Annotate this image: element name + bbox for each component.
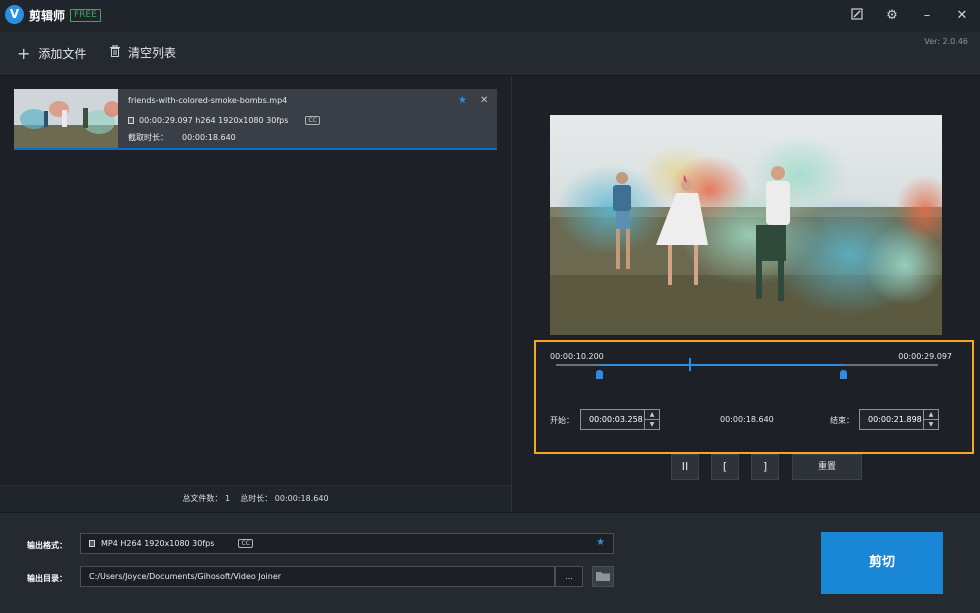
app-window: Ⅴ 剪辑师 FREE ⚙ – ✕ + 添加文件 清空列表 Ver: 2.0.46 bbox=[0, 0, 980, 613]
file-count: 1 bbox=[224, 494, 231, 503]
clip-duration-row: 截取时长： 00:00:18.640 bbox=[128, 132, 236, 143]
output-format-select[interactable]: MP4 H264 1920x1080 30fps CC ★ bbox=[80, 533, 614, 554]
cut-button[interactable]: 剪切 bbox=[821, 532, 943, 594]
reset-button[interactable]: 重置 bbox=[792, 454, 862, 480]
minimize-icon[interactable]: – bbox=[919, 8, 935, 24]
start-stepper[interactable]: ▲ ▼ bbox=[644, 410, 659, 429]
start-handle[interactable] bbox=[595, 370, 603, 379]
toolbar: + 添加文件 清空列表 Ver: 2.0.46 bbox=[0, 32, 980, 76]
video-icon bbox=[128, 117, 134, 124]
output-format-row: MP4 H264 1920x1080 30fps CC bbox=[89, 539, 253, 548]
end-label: 结束： bbox=[830, 416, 854, 425]
star-icon[interactable]: ★ bbox=[458, 95, 467, 106]
increment-icon[interactable]: ▲ bbox=[924, 410, 938, 419]
end-stepper[interactable]: ▲ ▼ bbox=[923, 410, 938, 429]
increment-icon[interactable]: ▲ bbox=[645, 410, 659, 419]
app-logo-icon: Ⅴ bbox=[5, 5, 24, 24]
gear-icon[interactable]: ⚙ bbox=[884, 8, 900, 24]
pause-button[interactable]: II bbox=[671, 454, 699, 480]
selected-range bbox=[598, 364, 844, 366]
start-label: 开始： bbox=[550, 416, 574, 425]
current-time: 00:00:10.200 bbox=[550, 352, 604, 361]
list-item[interactable]: friends-with-colored-smoke-bombs.mp4 00:… bbox=[14, 89, 497, 148]
clear-list-label: 清空列表 bbox=[128, 46, 177, 60]
item-progress-bar bbox=[14, 148, 497, 150]
trim-panel: 00:00:10.200 00:00:29.097 开始： 00:00:03.2… bbox=[534, 340, 974, 454]
video-thumbnail bbox=[14, 89, 118, 148]
mark-in-button[interactable]: [ bbox=[711, 454, 739, 480]
file-meta-text: 00:00:29.097 h264 1920x1080 30fps bbox=[139, 116, 289, 125]
list-summary: 总文件数： 1 总时长： 00:00:18.640 bbox=[0, 485, 511, 512]
decrement-icon[interactable]: ▼ bbox=[645, 419, 659, 428]
close-icon[interactable]: ✕ bbox=[954, 8, 970, 24]
clip-duration-value: 00:00:18.640 bbox=[182, 133, 236, 142]
decrement-icon[interactable]: ▼ bbox=[924, 419, 938, 428]
output-bar: 输出格式： MP4 H264 1920x1080 30fps CC ★ 输出目录… bbox=[0, 512, 980, 613]
preview-panel: 00:00:10.200 00:00:29.097 开始： 00:00:03.2… bbox=[512, 77, 980, 512]
trash-icon bbox=[110, 44, 120, 60]
video-icon bbox=[89, 540, 95, 547]
file-name: friends-with-colored-smoke-bombs.mp4 bbox=[128, 96, 288, 105]
file-count-label: 总文件数： bbox=[182, 494, 223, 503]
start-time-input[interactable]: 00:00:03.258 ▲ ▼ bbox=[580, 409, 660, 430]
folder-icon[interactable] bbox=[592, 566, 614, 587]
clip-duration-label: 截取时长： bbox=[128, 133, 168, 142]
selection-duration: 00:00:18.640 bbox=[720, 415, 774, 424]
playhead-handle[interactable] bbox=[689, 358, 692, 371]
app-title: 剪辑师 bbox=[29, 9, 66, 23]
subtitle-icon: CC bbox=[238, 539, 253, 548]
browse-button[interactable]: ... bbox=[555, 566, 583, 587]
total-time: 00:00:29.097 bbox=[898, 352, 952, 361]
star-icon[interactable]: ★ bbox=[596, 537, 605, 548]
total-duration-label: 总时长： bbox=[240, 494, 273, 503]
edit-icon[interactable] bbox=[849, 8, 865, 24]
add-file-button[interactable]: + 添加文件 bbox=[17, 44, 86, 63]
output-format-value: MP4 H264 1920x1080 30fps bbox=[101, 539, 215, 548]
start-time-value: 00:00:03.258 bbox=[589, 415, 643, 424]
mark-out-button[interactable]: ] bbox=[751, 454, 779, 480]
title-bar: Ⅴ 剪辑师 FREE ⚙ – ✕ bbox=[0, 0, 980, 32]
video-preview[interactable] bbox=[550, 115, 942, 335]
subtitle-icon: CC bbox=[305, 116, 320, 125]
end-handle[interactable] bbox=[840, 370, 848, 379]
free-badge: FREE bbox=[70, 9, 101, 22]
end-time-input[interactable]: 00:00:21.898 ▲ ▼ bbox=[859, 409, 939, 430]
version-label: Ver: 2.0.46 bbox=[924, 37, 968, 46]
output-dir-input[interactable]: C:/Users/Joyce/Documents/Gihosoft/Video … bbox=[80, 566, 555, 587]
file-list: friends-with-colored-smoke-bombs.mp4 00:… bbox=[0, 77, 511, 485]
clear-list-button[interactable]: 清空列表 bbox=[110, 44, 176, 61]
remove-item-icon[interactable]: ✕ bbox=[480, 95, 488, 106]
plus-icon: + bbox=[17, 44, 31, 63]
output-dir-label: 输出目录： bbox=[27, 574, 67, 583]
add-file-label: 添加文件 bbox=[38, 47, 87, 61]
file-meta: 00:00:29.097 h264 1920x1080 30fps CC bbox=[128, 116, 320, 125]
end-time-value: 00:00:21.898 bbox=[868, 415, 922, 424]
output-dir-value: C:/Users/Joyce/Documents/Gihosoft/Video … bbox=[89, 572, 282, 581]
total-duration: 00:00:18.640 bbox=[274, 494, 329, 503]
output-format-label: 输出格式： bbox=[27, 541, 67, 550]
